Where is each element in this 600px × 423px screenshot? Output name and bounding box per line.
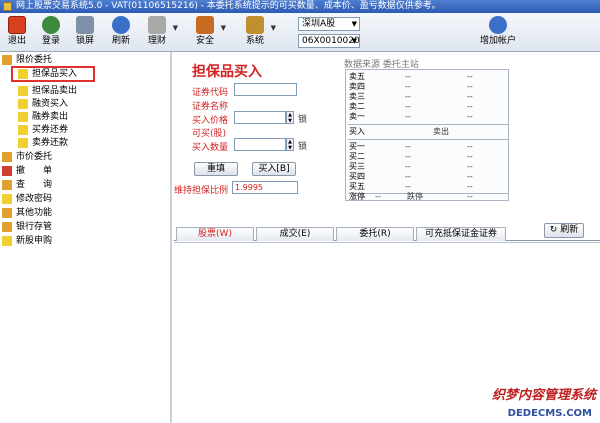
form-title: 担保品买入 [192,64,262,80]
quote-row-buy3: 买三 -- -- [349,162,473,171]
refresh-toolbar-button[interactable]: 刷新 [106,16,136,47]
quote-row-bid-ask: 买入 卖出 [349,127,449,136]
key-icon [2,194,12,204]
quote-panel: 卖五 -- -- 卖四 -- -- 卖三 -- -- 卖二 -- -- 卖一 -- -- 买入 卖出 … [345,69,509,201]
app-icon [3,2,12,11]
tab-orders[interactable]: 委托(R) [336,227,414,241]
buy-quantity-input[interactable] [234,138,286,151]
code-label: 证券代码 [192,88,229,98]
watermark-domain: DEDECMS.COM [507,408,592,419]
ratio-label: 维持担保比例 [174,186,229,196]
ratio-value: 1.9995 [232,181,298,194]
tree-item-ipo[interactable]: 新股申购 [2,235,52,247]
page-icon [18,69,28,79]
tree-item-sell-repay[interactable]: 卖券还款 [18,137,68,149]
refresh-icon: ↻ [549,225,558,235]
main-toolbar: 退出 登录 锁屏 刷新 理财 ▼ 安全 ▼ 系统 ▼ 深圳A股 ▼ 06X001… [0,13,600,52]
power-icon [8,16,26,34]
market-select[interactable]: 深圳A股 ▼ [298,17,360,31]
system-button[interactable]: 系统 ▼ [240,16,276,47]
page-icon [18,138,28,148]
cancel-icon [2,166,12,176]
lock-screen-icon [76,16,94,34]
quote-divider [348,139,508,140]
folder-open-icon [2,55,12,65]
page-icon [18,112,28,122]
tree-item-cancel[interactable]: 撤 单 [2,165,52,177]
finance-button[interactable]: 理财 ▼ [142,16,178,47]
tree-item-collateral-buy[interactable]: 担保品买入 [18,68,77,80]
window-title: 网上股票交易系统5.0 - VAT(01106515216) - 本委托系统提示… [16,1,441,11]
price-lock-label[interactable]: 锁 [298,112,307,125]
price-stepper[interactable]: ▲ ▼ [286,111,294,124]
quote-row-sell1: 卖一 -- -- [349,112,473,121]
quote-row-limits: 涨停 -- 跌停 -- [349,192,473,201]
buy-button[interactable]: 买入[B] [252,162,296,176]
tree-item-short-sell[interactable]: 融券卖出 [18,111,68,123]
chevron-down-icon: ▼ [351,37,357,45]
tools-icon [246,16,264,34]
chevron-down-icon: ▼ [220,24,226,32]
page-icon [18,125,28,135]
add-account-button[interactable]: 增加帐户 [476,16,520,47]
login-button[interactable]: 登录 [36,16,66,47]
quote-row-sell3: 卖三 -- -- [349,92,473,101]
quote-row-buy5: 买五 -- -- [349,182,473,191]
price-label: 买入价格 [192,116,229,126]
buy-price-input[interactable] [234,111,286,124]
quote-divider [348,124,508,125]
chevron-down-icon: ▼ [270,24,276,32]
refresh-button[interactable]: ↻ 刷新 [544,223,584,238]
lock-screen-button[interactable]: 锁屏 [70,16,100,47]
shield-icon [196,16,214,34]
page-icon [18,86,28,96]
folder-icon [2,222,12,232]
qty-label: 买入数量 [192,143,229,153]
function-tree: 限价委托 担保品买入 担保品卖出 融资买入 融券卖出 买券还券 卖券还款 市价委… [0,52,172,423]
tab-stocks[interactable]: 股票(W) [176,227,254,241]
account-select[interactable]: 06X0010020 ▼ [298,34,360,48]
chevron-down-icon: ▼ [351,20,357,28]
tree-item-market-order[interactable]: 市价委托 [2,151,52,163]
tree-item-collateral-sell[interactable]: 担保品卖出 [18,85,77,97]
quantity-stepper[interactable]: ▲ ▼ [286,138,294,151]
watermark-text: 织梦内容管理系统 [491,388,596,403]
folder-icon [2,180,12,190]
chevron-down-icon: ▼ [172,24,178,32]
window-title-bar: 网上股票交易系统5.0 - VAT(01106515216) - 本委托系统提示… [0,0,600,13]
finance-icon [148,16,166,34]
quote-row-sell2: 卖二 -- -- [349,102,473,111]
folder-icon [2,152,12,162]
page-icon [18,99,28,109]
tree-item-limit-order[interactable]: 限价委托 [2,54,52,66]
refresh-icon [112,16,130,34]
trade-panel: 担保品买入 证券代码 证券名称 买入价格 ▲ ▼ 锁 可买(股) 买入数量 ▲ ▼ … [174,52,600,423]
add-user-icon [489,16,507,34]
security-code-input[interactable] [234,83,297,96]
bottom-tabs: 股票(W) 成交(E) 委托(R) 可充抵保证金证券 ↻ 刷新 [174,223,600,241]
quote-row-buy2: 买二 -- -- [349,152,473,161]
tree-item-bank[interactable]: 银行存管 [2,221,52,233]
quote-row-sell4: 卖四 -- -- [349,82,473,91]
reset-button[interactable]: 重填 [194,162,238,176]
login-users-icon [42,16,60,34]
quote-row-buy1: 买一 -- -- [349,142,473,151]
tree-item-query[interactable]: 查 询 [2,179,52,191]
name-label: 证券名称 [192,102,229,112]
tree-item-margin-buy[interactable]: 融资买入 [18,98,68,110]
quote-row-buy4: 买四 -- -- [349,172,473,181]
folder-icon [2,208,12,218]
tree-item-buy-return[interactable]: 买券还券 [18,124,68,136]
security-button[interactable]: 安全 ▼ [190,16,226,47]
tab-trades[interactable]: 成交(E) [256,227,334,241]
page-icon [2,236,12,246]
qty-lock-label[interactable]: 锁 [298,139,307,152]
tree-item-change-password[interactable]: 修改密码 [2,193,52,205]
exit-button[interactable]: 退出 [2,16,32,47]
tab-collateral-securities[interactable]: 可充抵保证金证券 [416,227,506,241]
can-buy-label: 可买(股) [192,129,227,139]
tree-item-other[interactable]: 其他功能 [2,207,52,219]
quote-row-sell5: 卖五 -- -- [349,72,473,81]
